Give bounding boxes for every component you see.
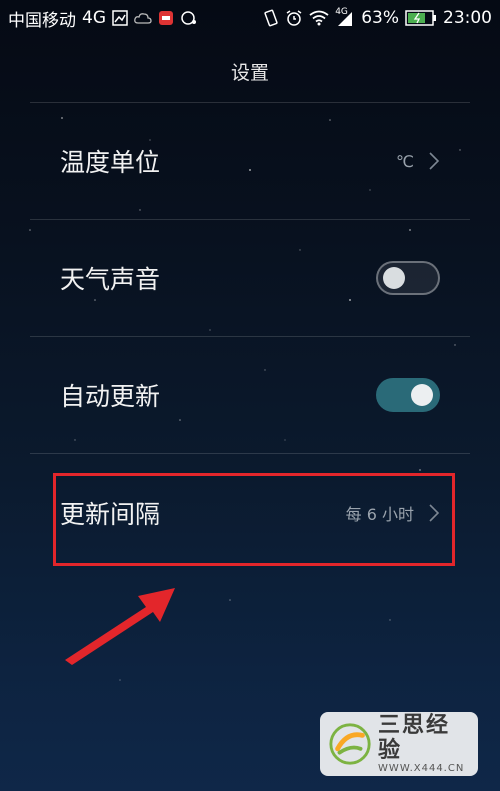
temperature-unit-value: ℃	[396, 151, 414, 171]
weather-sound-toggle[interactable]	[376, 261, 440, 295]
gallery-icon	[112, 10, 128, 26]
watermark-name: 三思经验	[378, 713, 451, 763]
vibrate-icon	[263, 9, 279, 27]
clock: 23:00	[443, 8, 492, 28]
watermark-logo-icon	[329, 723, 371, 765]
auto-update-label: 自动更新	[60, 382, 161, 411]
network-label: 4G	[82, 8, 106, 28]
chevron-right-icon	[429, 152, 440, 170]
watermark-url: WWW.X444.CN	[378, 762, 465, 774]
setting-temperature-unit[interactable]: 温度单位 ℃	[30, 103, 470, 219]
wifi-icon	[309, 10, 329, 26]
signal-badge: 4G	[335, 7, 348, 17]
cell-signal-icon: 4G	[335, 7, 355, 27]
battery-icon	[405, 10, 437, 26]
app-notification-icon	[158, 10, 174, 26]
temperature-unit-label: 温度单位	[60, 148, 161, 177]
annotation-arrow	[65, 588, 175, 665]
auto-update-toggle[interactable]	[376, 378, 440, 412]
weather-sound-label: 天气声音	[60, 265, 161, 294]
battery-percent: 63%	[361, 8, 399, 28]
setting-weather-sound: 天气声音	[30, 220, 470, 336]
status-bar: 中国移动 4G 4G 63% 23:00	[0, 0, 500, 36]
toggle-knob	[411, 384, 433, 406]
toggle-knob	[383, 267, 405, 289]
alarm-icon	[285, 9, 303, 27]
cloud-icon	[134, 11, 152, 25]
divider	[30, 453, 470, 454]
highlight-box	[53, 473, 455, 566]
setting-auto-update: 自动更新	[30, 337, 470, 453]
watermark-logo: 三思经验 WWW.X444.CN	[320, 712, 478, 776]
page-title: 设置	[230, 62, 269, 84]
carrier-label: 中国移动	[8, 10, 76, 31]
message-icon	[180, 10, 198, 26]
